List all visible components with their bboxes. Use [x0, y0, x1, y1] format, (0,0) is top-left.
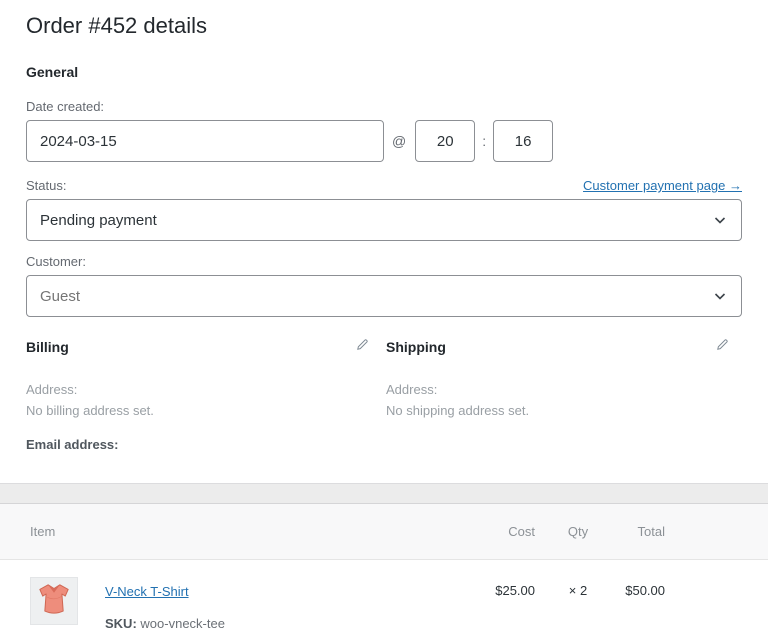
shipping-address-label: Address:: [386, 379, 729, 400]
column-header-item: Item: [30, 524, 476, 539]
edit-billing-button[interactable]: [356, 338, 369, 356]
billing-heading: Billing: [26, 339, 69, 355]
page-title: Order #452 details: [26, 0, 742, 39]
sku-label: SKU:: [105, 616, 137, 631]
shipping-column: Shipping Address: No shipping address se…: [386, 338, 729, 452]
time-colon-separator: :: [482, 133, 486, 149]
customer-label: Customer:: [26, 254, 742, 269]
billing-address-label: Address:: [26, 379, 369, 400]
product-sku: SKU: woo-vneck-tee: [105, 616, 476, 631]
date-created-label: Date created:: [26, 99, 742, 114]
edit-shipping-button[interactable]: [716, 338, 729, 356]
sku-value: woo-vneck-tee: [140, 616, 225, 631]
shipping-heading: Shipping: [386, 339, 446, 355]
column-header-total: Total: [610, 524, 665, 539]
column-header-qty: Qty: [546, 524, 610, 539]
shipping-address-empty: No shipping address set.: [386, 400, 729, 421]
billing-email-label: Email address:: [26, 437, 369, 452]
chevron-down-icon: [712, 212, 728, 228]
order-item-row: V-Neck T-Shirt SKU: woo-vneck-tee $25.00…: [0, 560, 768, 631]
column-header-cost: Cost: [476, 524, 546, 539]
minute-input[interactable]: [493, 120, 553, 162]
item-total: $50.00: [610, 577, 665, 598]
order-items-header: Item Cost Qty Total: [0, 504, 768, 560]
pencil-icon: [716, 338, 729, 356]
at-separator: @: [392, 133, 406, 149]
product-name-link[interactable]: V-Neck T-Shirt: [105, 584, 189, 599]
customer-select[interactable]: Guest: [26, 275, 742, 317]
item-cost: $25.00: [476, 577, 546, 598]
hour-input[interactable]: [415, 120, 475, 162]
date-input[interactable]: [26, 120, 384, 162]
tshirt-image: [34, 579, 74, 624]
item-qty: × 2: [546, 577, 610, 598]
pencil-icon: [356, 338, 369, 356]
order-details-panel: Order #452 details General Date created:…: [0, 0, 768, 483]
date-created-row: @ :: [26, 120, 742, 162]
chevron-down-icon: [712, 288, 728, 304]
panel-divider: [0, 483, 768, 504]
customer-select-value: Guest: [40, 288, 80, 305]
general-heading: General: [26, 64, 742, 80]
status-select[interactable]: Pending payment: [26, 199, 742, 241]
status-label: Status:: [26, 178, 66, 193]
product-thumbnail[interactable]: [30, 577, 78, 625]
billing-column: Billing Address: No billing address set.…: [26, 338, 369, 452]
customer-payment-page-link[interactable]: Customer payment page →: [583, 178, 742, 193]
status-select-value: Pending payment: [40, 212, 157, 229]
billing-address-empty: No billing address set.: [26, 400, 369, 421]
